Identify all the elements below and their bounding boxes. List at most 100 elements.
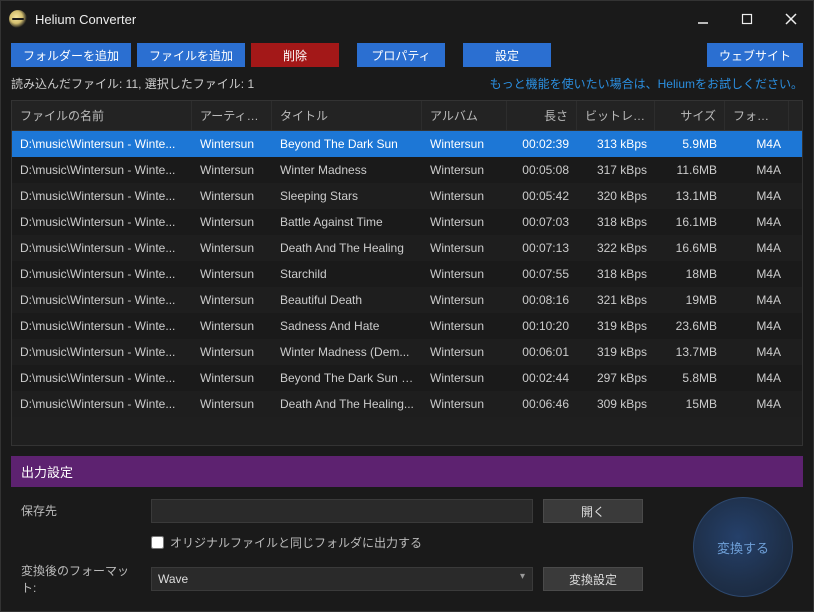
- cell-artist: Wintersun: [192, 287, 272, 313]
- status-text: 読み込んだファイル: 11, 選択したファイル: 1: [11, 75, 254, 92]
- header-format[interactable]: フォーマット: [725, 101, 789, 130]
- table-row[interactable]: D:\music\Wintersun - Winte...WintersunDe…: [12, 235, 802, 261]
- cell-length: 00:07:55: [507, 261, 577, 287]
- header-length[interactable]: 長さ: [507, 101, 577, 130]
- table-row[interactable]: D:\music\Wintersun - Winte...WintersunSa…: [12, 313, 802, 339]
- cell-length: 00:07:03: [507, 209, 577, 235]
- cell-title: Death And The Healing...: [272, 391, 422, 417]
- open-button[interactable]: 開く: [543, 499, 643, 523]
- cell-filename: D:\music\Wintersun - Winte...: [12, 261, 192, 287]
- properties-button[interactable]: プロパティ: [357, 43, 445, 67]
- promo-link[interactable]: もっと機能を使いたい場合は、Heliumをお試しください。: [490, 75, 803, 92]
- header-size[interactable]: サイズ: [655, 101, 725, 130]
- cell-length: 00:05:42: [507, 183, 577, 209]
- cell-artist: Wintersun: [192, 183, 272, 209]
- close-button[interactable]: [769, 1, 813, 37]
- cell-length: 00:08:16: [507, 287, 577, 313]
- header-artist[interactable]: アーティスト: [192, 101, 272, 130]
- cell-size: 16.1MB: [655, 209, 725, 235]
- cell-bitrate: 319 kBps: [577, 313, 655, 339]
- save-to-input[interactable]: [151, 499, 533, 523]
- cell-artist: Wintersun: [192, 339, 272, 365]
- same-folder-row[interactable]: オリジナルファイルと同じフォルダに出力する: [151, 534, 533, 551]
- header-title[interactable]: タイトル: [272, 101, 422, 130]
- output-header: 出力設定: [11, 456, 803, 487]
- grid-body[interactable]: D:\music\Wintersun - Winte...WintersunBe…: [12, 131, 802, 445]
- cell-filename: D:\music\Wintersun - Winte...: [12, 391, 192, 417]
- table-row[interactable]: D:\music\Wintersun - Winte...WintersunSt…: [12, 261, 802, 287]
- cell-title: Death And The Healing: [272, 235, 422, 261]
- cell-bitrate: 317 kBps: [577, 157, 655, 183]
- cell-artist: Wintersun: [192, 209, 272, 235]
- table-row[interactable]: D:\music\Wintersun - Winte...WintersunBa…: [12, 209, 802, 235]
- cell-format: M4A: [725, 261, 789, 287]
- cell-size: 23.6MB: [655, 313, 725, 339]
- cell-format: M4A: [725, 313, 789, 339]
- cell-title: Beautiful Death: [272, 287, 422, 313]
- window-title: Helium Converter: [35, 12, 136, 27]
- cell-title: Sleeping Stars: [272, 183, 422, 209]
- cell-size: 11.6MB: [655, 157, 725, 183]
- table-row[interactable]: D:\music\Wintersun - Winte...WintersunBe…: [12, 287, 802, 313]
- cell-filename: D:\music\Wintersun - Winte...: [12, 365, 192, 391]
- cell-length: 00:07:13: [507, 235, 577, 261]
- cell-format: M4A: [725, 131, 789, 157]
- file-grid: ファイルの名前 アーティスト タイトル アルバム 長さ ビットレート サイズ フ…: [11, 100, 803, 446]
- cell-title: Winter Madness (Dem...: [272, 339, 422, 365]
- app-icon: [9, 10, 27, 28]
- cell-filename: D:\music\Wintersun - Winte...: [12, 339, 192, 365]
- table-row[interactable]: D:\music\Wintersun - Winte...WintersunBe…: [12, 131, 802, 157]
- cell-album: Wintersun: [422, 183, 507, 209]
- maximize-button[interactable]: [725, 1, 769, 37]
- toolbar: フォルダーを追加 ファイルを追加 削除 プロパティ 設定 ウェブサイト: [1, 37, 813, 73]
- cell-size: 5.9MB: [655, 131, 725, 157]
- cell-format: M4A: [725, 287, 789, 313]
- cell-size: 13.7MB: [655, 339, 725, 365]
- cell-filename: D:\music\Wintersun - Winte...: [12, 287, 192, 313]
- cell-filename: D:\music\Wintersun - Winte...: [12, 209, 192, 235]
- cell-length: 00:06:01: [507, 339, 577, 365]
- same-folder-checkbox[interactable]: [151, 536, 164, 549]
- table-row[interactable]: D:\music\Wintersun - Winte...WintersunWi…: [12, 157, 802, 183]
- delete-button[interactable]: 削除: [251, 43, 339, 67]
- cell-length: 00:06:46: [507, 391, 577, 417]
- header-album[interactable]: アルバム: [422, 101, 507, 130]
- header-bitrate[interactable]: ビットレート: [577, 101, 655, 130]
- status-line: 読み込んだファイル: 11, 選択したファイル: 1 もっと機能を使いたい場合は…: [1, 73, 813, 100]
- cell-album: Wintersun: [422, 209, 507, 235]
- cell-size: 5.8MB: [655, 365, 725, 391]
- table-row[interactable]: D:\music\Wintersun - Winte...WintersunBe…: [12, 365, 802, 391]
- cell-bitrate: 297 kBps: [577, 365, 655, 391]
- cell-artist: Wintersun: [192, 391, 272, 417]
- cell-album: Wintersun: [422, 235, 507, 261]
- cell-album: Wintersun: [422, 261, 507, 287]
- cell-filename: D:\music\Wintersun - Winte...: [12, 313, 192, 339]
- cell-album: Wintersun: [422, 391, 507, 417]
- add-folder-button[interactable]: フォルダーを追加: [11, 43, 131, 67]
- header-filename[interactable]: ファイルの名前: [12, 101, 192, 130]
- convert-settings-button[interactable]: 変換設定: [543, 567, 643, 591]
- cell-artist: Wintersun: [192, 235, 272, 261]
- cell-size: 18MB: [655, 261, 725, 287]
- cell-title: Battle Against Time: [272, 209, 422, 235]
- settings-button[interactable]: 設定: [463, 43, 551, 67]
- cell-album: Wintersun: [422, 157, 507, 183]
- cell-size: 16.6MB: [655, 235, 725, 261]
- table-row[interactable]: D:\music\Wintersun - Winte...WintersunSl…: [12, 183, 802, 209]
- cell-size: 13.1MB: [655, 183, 725, 209]
- table-row[interactable]: D:\music\Wintersun - Winte...WintersunWi…: [12, 339, 802, 365]
- table-row[interactable]: D:\music\Wintersun - Winte...WintersunDe…: [12, 391, 802, 417]
- format-select[interactable]: Wave: [151, 567, 533, 591]
- cell-filename: D:\music\Wintersun - Winte...: [12, 183, 192, 209]
- convert-button[interactable]: 変換する: [693, 497, 793, 597]
- minimize-button[interactable]: [681, 1, 725, 37]
- save-to-label: 保存先: [21, 502, 141, 519]
- cell-album: Wintersun: [422, 313, 507, 339]
- cell-length: 00:02:44: [507, 365, 577, 391]
- cell-length: 00:05:08: [507, 157, 577, 183]
- format-label: 変換後のフォーマット:: [21, 562, 141, 596]
- website-button[interactable]: ウェブサイト: [707, 43, 803, 67]
- cell-format: M4A: [725, 157, 789, 183]
- add-file-button[interactable]: ファイルを追加: [137, 43, 245, 67]
- cell-album: Wintersun: [422, 339, 507, 365]
